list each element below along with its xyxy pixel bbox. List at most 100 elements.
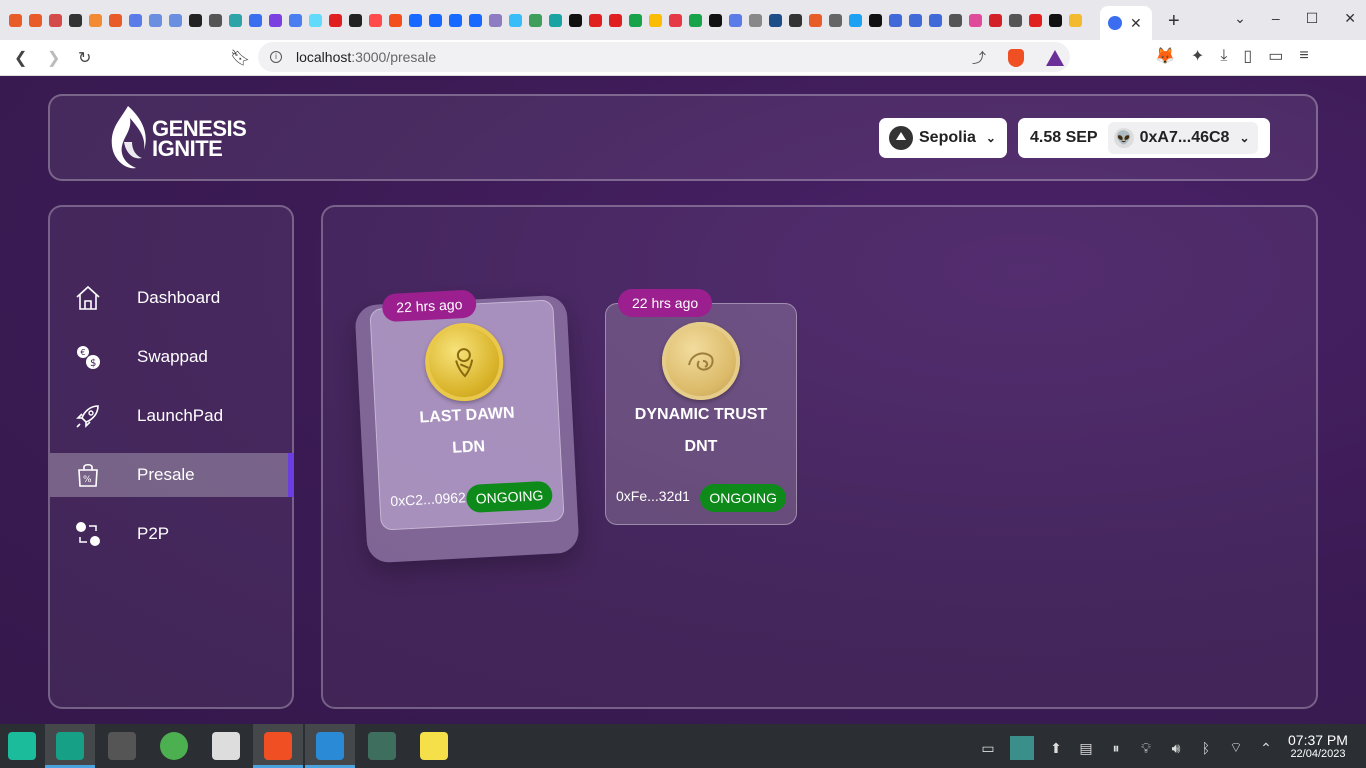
pinned-tab[interactable] <box>426 12 445 28</box>
pinned-tab[interactable] <box>106 12 125 28</box>
account-address-box[interactable]: 👽 0xA7...46C8 ⌄ <box>1107 122 1258 154</box>
workspace-pager-icon[interactable] <box>1010 736 1034 760</box>
minimize-icon[interactable]: – <box>1272 10 1280 27</box>
pinned-tab[interactable] <box>326 12 345 28</box>
brave-browser-icon[interactable] <box>264 732 292 760</box>
pinned-tab[interactable] <box>166 12 185 28</box>
pinned-tab[interactable] <box>6 12 25 28</box>
pinned-tab[interactable] <box>446 12 465 28</box>
pinned-tab[interactable] <box>546 12 565 28</box>
account-button[interactable]: 4.58 SEP 👽 0xA7...46C8 ⌄ <box>1018 118 1270 158</box>
pinned-tab[interactable] <box>766 12 785 28</box>
maximize-icon[interactable]: ☐ <box>1306 10 1319 27</box>
pinned-tab[interactable] <box>366 12 385 28</box>
clock[interactable]: 07:37 PM 22/04/2023 <box>1288 732 1348 760</box>
genesis-ignite-logo[interactable]: GENESIS IGNITE <box>106 102 247 172</box>
vscode-icon[interactable] <box>316 732 344 760</box>
sidebar-item-launchpad[interactable]: LaunchPad <box>50 394 294 438</box>
pinned-tab[interactable] <box>686 12 705 28</box>
pinned-tab[interactable] <box>1046 12 1065 28</box>
media-pause-icon[interactable]: ⏸ <box>1108 740 1124 757</box>
pinned-tab[interactable] <box>266 12 285 28</box>
pinned-tab[interactable] <box>806 12 825 28</box>
bookmark-icon[interactable]: 🔖︎ <box>230 48 250 68</box>
pinned-tab[interactable] <box>26 12 45 28</box>
presale-card[interactable]: 22 hrs ago DYNAMIC TRUST DNT 0xFe...32d1… <box>605 289 797 525</box>
pinned-tab[interactable] <box>906 12 925 28</box>
pinned-tab[interactable] <box>146 12 165 28</box>
downloads-icon[interactable]: ⤓ <box>1220 47 1227 65</box>
pinned-tab[interactable] <box>646 12 665 28</box>
pinned-tab[interactable] <box>1066 12 1085 28</box>
sidebar-item-dashboard[interactable]: Dashboard <box>50 276 294 320</box>
pinned-tab[interactable] <box>386 12 405 28</box>
pinned-tab[interactable] <box>346 12 365 28</box>
pinned-tab[interactable] <box>746 12 765 28</box>
pinned-tab[interactable] <box>886 12 905 28</box>
pinned-tab[interactable] <box>566 12 585 28</box>
tab-list-icon[interactable]: ⌄ <box>1234 10 1246 27</box>
pinned-tab[interactable] <box>1006 12 1025 28</box>
pinned-tab[interactable] <box>586 12 605 28</box>
pinned-tab[interactable] <box>406 12 425 28</box>
sidebar-item-presale[interactable]: % Presale <box>50 453 294 497</box>
close-window-icon[interactable]: ✕ <box>1344 10 1356 27</box>
brave-rewards-icon[interactable] <box>1046 50 1064 66</box>
presale-card[interactable]: 22 hrs ago LAST DAWN LDN 0xC2...0962 ONG… <box>369 289 565 531</box>
pinned-tab[interactable] <box>286 12 305 28</box>
reload-icon[interactable]: ↻ <box>78 48 91 68</box>
pinned-tab[interactable] <box>466 12 485 28</box>
pinned-tab[interactable] <box>66 12 85 28</box>
brave-shields-icon[interactable] <box>1008 49 1024 67</box>
pinned-tab[interactable] <box>86 12 105 28</box>
active-tab[interactable]: ✕ <box>1100 6 1152 40</box>
brightness-icon[interactable]: 💡︎ <box>1138 740 1154 757</box>
sidebar-item-swappad[interactable]: € $ Swappad <box>50 335 294 379</box>
wallet-icon[interactable]: ▭ <box>1268 46 1283 66</box>
new-tab-button[interactable]: + <box>1168 10 1180 33</box>
sidebar-toggle-icon[interactable]: ▯ <box>1243 46 1252 66</box>
pinned-tab[interactable] <box>666 12 685 28</box>
pinned-tab[interactable] <box>246 12 265 28</box>
pinned-tab[interactable] <box>786 12 805 28</box>
pinned-tab[interactable] <box>866 12 885 28</box>
pinned-tab[interactable] <box>846 12 865 28</box>
wifi-icon[interactable]: ⌔ <box>1228 739 1244 757</box>
pinned-tab[interactable] <box>226 12 245 28</box>
pinned-tab[interactable] <box>506 12 525 28</box>
pinned-tab[interactable] <box>626 12 645 28</box>
menu-icon[interactable]: ≡ <box>1299 47 1308 65</box>
pinned-tab[interactable] <box>486 12 505 28</box>
pinned-tab[interactable] <box>606 12 625 28</box>
x-app-icon[interactable] <box>212 732 240 760</box>
pinned-tab[interactable] <box>966 12 985 28</box>
pinned-tab[interactable] <box>986 12 1005 28</box>
pinned-tab[interactable] <box>46 12 65 28</box>
sidebar-item-p2p[interactable]: P2P <box>50 512 294 556</box>
bluetooth-icon[interactable]: ᛒ <box>1198 740 1214 756</box>
terminal-icon[interactable] <box>108 732 136 760</box>
manjaro-menu-icon[interactable] <box>8 732 36 760</box>
show-desktop-icon[interactable]: ▭ <box>980 740 996 757</box>
updates-icon[interactable]: ⬆ <box>1048 740 1064 757</box>
volume-icon[interactable]: 🔊︎ <box>1168 740 1184 757</box>
close-tab-icon[interactable]: ✕ <box>1130 15 1142 32</box>
forward-icon[interactable]: ❯ <box>47 48 60 68</box>
address-bar[interactable]: i localhost:3000/presale <box>258 42 1070 72</box>
pinned-tab[interactable] <box>206 12 225 28</box>
pinned-tab[interactable] <box>826 12 845 28</box>
share-icon[interactable]: ⤴ <box>972 48 986 68</box>
pinned-tab[interactable] <box>526 12 545 28</box>
pinned-tab[interactable] <box>1026 12 1045 28</box>
clipboard-icon[interactable]: ▤ <box>1078 740 1094 757</box>
tray-expand-icon[interactable]: ⌃ <box>1258 740 1274 757</box>
pinned-tab[interactable] <box>306 12 325 28</box>
download-manager-icon[interactable] <box>160 732 188 760</box>
pinned-tab[interactable] <box>706 12 725 28</box>
system-monitor-icon[interactable] <box>368 732 396 760</box>
pinned-tab[interactable] <box>186 12 205 28</box>
extensions-icon[interactable]: ✦ <box>1191 46 1204 66</box>
network-selector[interactable]: Sepolia ⌄ <box>879 118 1007 158</box>
sticky-notes-icon[interactable] <box>420 732 448 760</box>
site-info-icon[interactable]: i <box>270 51 282 63</box>
